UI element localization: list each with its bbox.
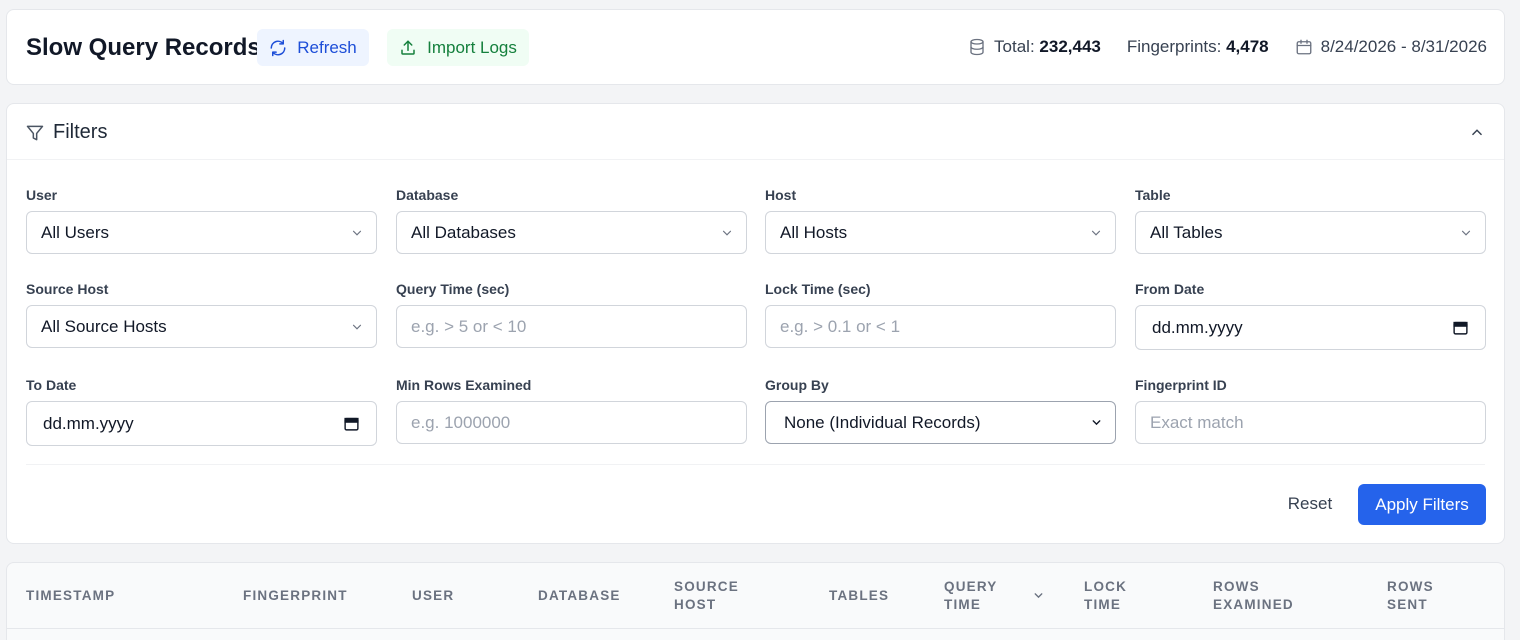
filters-header[interactable]: Filters xyxy=(7,104,1504,160)
min-rows-label: Min Rows Examined xyxy=(396,377,532,393)
calendar-icon xyxy=(1296,39,1312,55)
chevron-down-icon xyxy=(722,230,732,236)
fingerprint-id-input[interactable]: Exact match xyxy=(1135,401,1486,444)
refresh-label: Refresh xyxy=(297,37,357,57)
min-rows-input[interactable]: e.g. 1000000 xyxy=(396,401,747,444)
source-host-select-value: All Source Hosts xyxy=(41,316,167,336)
chevron-down-icon xyxy=(1092,420,1101,426)
user-select-value: All Users xyxy=(41,222,110,242)
apply-filters-button[interactable]: Apply Filters xyxy=(1358,484,1486,525)
fingerprints-stat: Fingerprints: 4,478 xyxy=(1127,37,1269,57)
from-date-value: dd.mm.yyyy xyxy=(1152,317,1243,337)
chevron-down-icon xyxy=(352,230,362,236)
source-host-label: Source Host xyxy=(26,281,109,297)
date-range: 8/24/2026 - 8/31/2026 xyxy=(1320,37,1487,56)
date-range-stat: 8/24/2026 - 8/31/2026 xyxy=(1295,37,1487,57)
header-stats: Total: 232,443 Fingerprints: 4,478 8/24/… xyxy=(968,37,1487,57)
records-table: TIMESTAMP FINGERPRINT USER DATABASE SOUR… xyxy=(6,562,1505,640)
source-host-select[interactable]: All Source Hosts xyxy=(26,305,377,348)
database-select-value: All Databases xyxy=(411,222,516,242)
column-database[interactable]: DATABASE xyxy=(538,587,621,605)
chevron-down-icon xyxy=(1461,230,1471,236)
host-select[interactable]: All Hosts xyxy=(765,211,1116,254)
column-tables[interactable]: TABLES xyxy=(829,587,889,605)
query-time-label: Query Time (sec) xyxy=(396,281,510,297)
import-logs-button[interactable]: Import Logs xyxy=(387,29,529,66)
calendar-icon[interactable] xyxy=(343,415,360,432)
column-user[interactable]: USER xyxy=(412,587,454,605)
filters-title: Filters xyxy=(53,121,108,143)
query-time-placeholder: e.g. > 5 or < 10 xyxy=(411,316,527,336)
column-query-time[interactable]: QUERY TIME xyxy=(944,578,998,614)
table-select-value: All Tables xyxy=(1150,222,1223,242)
min-rows-placeholder: e.g. 1000000 xyxy=(411,412,511,432)
fingerprint-id-label: Fingerprint ID xyxy=(1135,377,1227,393)
database-icon xyxy=(970,38,984,56)
header-bar: Slow Query Records Refresh Import Logs T… xyxy=(6,9,1505,85)
page-title: Slow Query Records xyxy=(26,34,261,61)
calendar-icon[interactable] xyxy=(1452,319,1469,336)
refresh-button[interactable]: Refresh xyxy=(257,29,369,66)
table-label: Table xyxy=(1135,187,1171,203)
from-date-input[interactable]: dd.mm.yyyy xyxy=(1135,305,1486,350)
total-label: Total: xyxy=(994,37,1035,56)
user-label: User xyxy=(26,187,58,203)
column-fingerprint[interactable]: FINGERPRINT xyxy=(243,587,348,605)
filters-divider xyxy=(26,464,1485,465)
total-value: 232,443 xyxy=(1039,37,1101,56)
column-source-host[interactable]: SOURCE HOST xyxy=(674,578,739,614)
filters-panel: Filters User All Users Database All Data… xyxy=(6,103,1505,544)
fingerprint-id-placeholder: Exact match xyxy=(1150,412,1244,432)
upload-icon xyxy=(401,40,415,55)
table-select[interactable]: All Tables xyxy=(1135,211,1486,254)
lock-time-label: Lock Time (sec) xyxy=(765,281,871,297)
from-date-label: From Date xyxy=(1135,281,1205,297)
column-lock-time[interactable]: LOCK TIME xyxy=(1084,578,1127,614)
user-select[interactable]: All Users xyxy=(26,211,377,254)
query-time-input[interactable]: e.g. > 5 or < 10 xyxy=(396,305,747,348)
column-rows-sent[interactable]: ROWS SENT xyxy=(1387,578,1434,614)
to-date-label: To Date xyxy=(26,377,77,393)
host-select-value: All Hosts xyxy=(780,222,848,242)
to-date-input[interactable]: dd.mm.yyyy xyxy=(26,401,377,446)
sort-chevron-down-icon[interactable] xyxy=(1032,589,1045,602)
to-date-value: dd.mm.yyyy xyxy=(43,413,134,433)
reset-button[interactable]: Reset xyxy=(1275,484,1345,524)
group-by-select[interactable]: None (Individual Records) xyxy=(765,401,1116,444)
refresh-icon xyxy=(270,39,286,56)
database-label: Database xyxy=(396,187,459,203)
column-rows-examined[interactable]: ROWS EXAMINED xyxy=(1213,578,1294,614)
chevron-down-icon xyxy=(352,324,362,330)
lock-time-placeholder: e.g. > 0.1 or < 1 xyxy=(780,316,901,336)
host-label: Host xyxy=(765,187,797,203)
chevron-up-icon[interactable] xyxy=(1470,125,1484,139)
total-stat: Total: 232,443 xyxy=(968,37,1101,57)
import-logs-label: Import Logs xyxy=(427,37,517,57)
lock-time-input[interactable]: e.g. > 0.1 or < 1 xyxy=(765,305,1116,348)
fingerprints-label: Fingerprints: xyxy=(1126,37,1222,56)
chevron-down-icon xyxy=(1091,230,1101,236)
filter-icon xyxy=(26,125,44,141)
database-select[interactable]: All Databases xyxy=(396,211,747,254)
column-timestamp[interactable]: TIMESTAMP xyxy=(26,587,115,605)
group-by-value: None (Individual Records) xyxy=(784,412,981,432)
group-by-label: Group By xyxy=(765,377,829,393)
table-header-divider xyxy=(7,628,1504,629)
fingerprints-value: 4,478 xyxy=(1226,37,1269,56)
